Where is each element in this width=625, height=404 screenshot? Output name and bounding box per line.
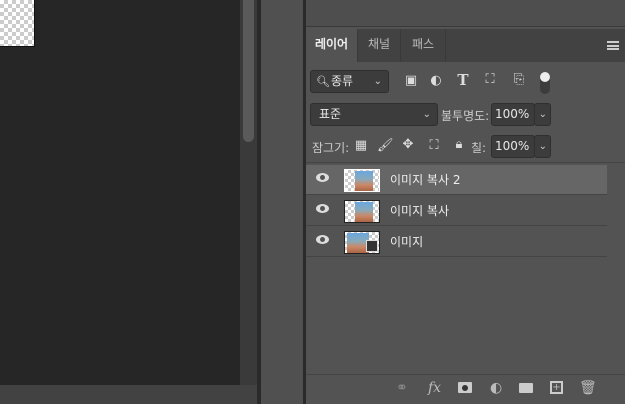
collapsed-panel-column xyxy=(261,0,303,404)
layer-thumbnail xyxy=(344,200,380,223)
layer-name: 이미지 복사 xyxy=(390,204,450,218)
shape-filter-icon[interactable]: ⛶ xyxy=(482,72,498,87)
opacity-dropdown[interactable]: ⌄ xyxy=(534,103,551,126)
scrollbar-thumb[interactable] xyxy=(243,0,254,142)
layer-row[interactable]: 이미지 복사 xyxy=(306,196,607,226)
panel-tabs: 레이어 채널 패스 xyxy=(306,29,625,62)
type-filter-icon[interactable]: T xyxy=(455,71,471,89)
layer-thumbnail xyxy=(344,169,380,192)
lock-transparent-pixels-icon[interactable]: ▦ xyxy=(353,138,369,153)
image-filter-icon[interactable]: ▣ xyxy=(403,73,419,88)
tab-channels[interactable]: 채널 xyxy=(358,29,401,62)
layer-row[interactable]: 이미지 xyxy=(306,227,607,257)
tab-layers[interactable]: 레이어 xyxy=(306,29,358,62)
layer-name: 이미지 xyxy=(390,235,424,249)
blend-mode-value: 표준 xyxy=(319,107,342,121)
search-icon: 🔍︎ xyxy=(316,75,330,88)
layer-row[interactable]: 이미지 복사 2 xyxy=(306,165,607,195)
panel-header-area xyxy=(306,0,625,27)
visibility-eye-icon[interactable] xyxy=(316,204,329,213)
layer-thumbnail xyxy=(344,231,380,254)
layers-panel: 레이어 채널 패스 🔍︎ 종류 ⌄ ▣ ◐ T ⛶ ⎘ 표준 ⌄ 불투명도: 1… xyxy=(306,0,625,404)
fill-label: 칠: xyxy=(471,141,487,155)
chevron-down-icon: ⌄ xyxy=(373,76,382,87)
filter-kind-select[interactable]: 🔍︎ 종류 ⌄ xyxy=(310,70,389,93)
tab-paths[interactable]: 패스 xyxy=(401,29,446,62)
lock-image-pixels-icon[interactable]: 🖌︎ xyxy=(377,138,394,153)
mask-icon[interactable] xyxy=(458,382,472,393)
smart-object-badge-icon xyxy=(366,240,378,252)
visibility-eye-icon[interactable] xyxy=(316,173,329,182)
new-layer-icon[interactable]: + xyxy=(550,381,563,394)
chevron-down-icon: ⌄ xyxy=(422,109,431,120)
adjustment-filter-icon[interactable]: ◐ xyxy=(428,73,444,88)
link-icon[interactable]: ⚭ xyxy=(396,380,408,396)
opacity-label: 불투명도: xyxy=(441,109,490,123)
horizontal-scrollbar[interactable] xyxy=(0,385,257,404)
smart-object-filter-icon[interactable]: ⎘ xyxy=(511,72,527,87)
layer-name: 이미지 복사 2 xyxy=(390,173,461,187)
filter-toggle[interactable] xyxy=(540,72,550,94)
visibility-eye-icon[interactable] xyxy=(316,235,329,244)
fx-icon[interactable]: fx xyxy=(428,380,441,396)
trash-icon[interactable]: 🗑︎ xyxy=(579,380,597,396)
fill-dropdown[interactable]: ⌄ xyxy=(534,135,551,158)
filter-kind-label: 종류 xyxy=(331,74,354,88)
lock-label: 잠그기: xyxy=(312,141,350,155)
lock-position-icon[interactable]: ✥ xyxy=(400,137,416,152)
lock-all-icon[interactable]: 🔒︎ xyxy=(451,137,467,152)
folder-icon[interactable] xyxy=(519,383,533,393)
panel-menu-icon[interactable] xyxy=(607,41,619,50)
document-canvas[interactable] xyxy=(0,0,240,385)
lock-artboard-icon[interactable]: ⛶ xyxy=(426,138,442,153)
opacity-input[interactable]: 100% xyxy=(491,103,535,126)
fill-input[interactable]: 100% xyxy=(491,135,535,158)
blend-mode-select[interactable]: 표준 ⌄ xyxy=(310,103,438,126)
adjustment-icon[interactable]: ◐ xyxy=(490,380,502,396)
transparent-image-preview xyxy=(0,0,35,47)
